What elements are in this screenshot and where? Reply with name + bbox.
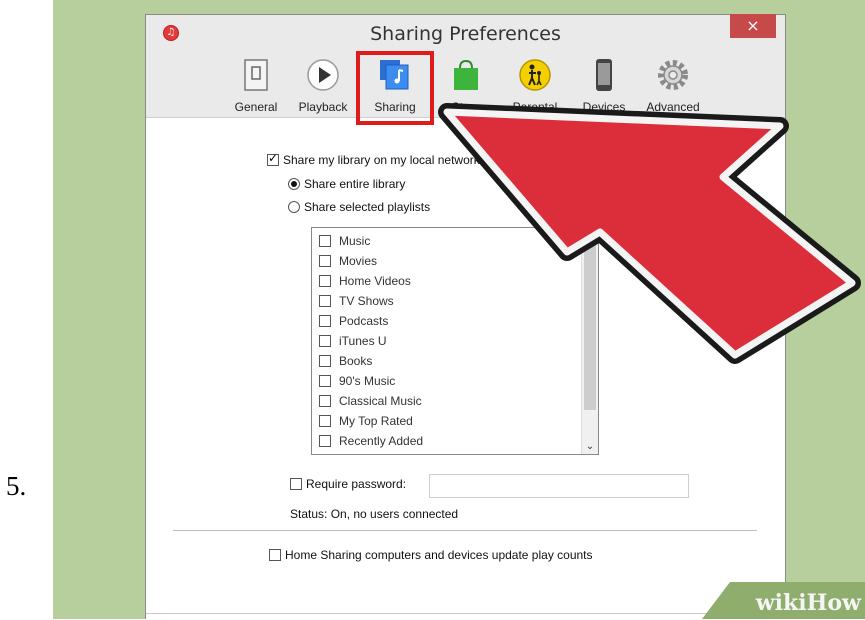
general-icon	[244, 59, 268, 91]
gear-icon	[658, 60, 688, 90]
tab-general[interactable]: General	[223, 53, 289, 117]
tab-advanced-label: Advanced	[646, 100, 700, 114]
tab-store[interactable]: Store	[436, 53, 496, 117]
scroll-thumb[interactable]	[584, 230, 596, 410]
tab-parental-label: Parental	[512, 100, 558, 114]
playlist-checkbox[interactable]	[319, 355, 331, 367]
tab-devices[interactable]: Devices	[573, 53, 635, 117]
playlist-label: Movies	[339, 254, 378, 268]
wikihow-watermark: wikiHow	[702, 582, 865, 619]
playlist-checkbox[interactable]	[319, 235, 331, 247]
share-entire-library-label: Share entire library	[304, 177, 406, 191]
playlist-label: 90's Music	[339, 374, 396, 388]
tab-playback[interactable]: Playback	[292, 53, 354, 117]
playlist-label: Recently Added	[339, 434, 424, 448]
playlists-listbox[interactable]: Music Movies Home Videos TV Shows Podcas…	[311, 227, 599, 455]
sharing-tab-highlight	[356, 51, 434, 125]
divider	[173, 530, 757, 531]
tab-parental[interactable]: Parental	[502, 53, 568, 117]
playlist-label: TV Shows	[339, 294, 394, 308]
store-bag-icon	[454, 59, 478, 90]
window-title: Sharing Preferences	[370, 23, 561, 45]
playlist-checkbox[interactable]	[319, 375, 331, 387]
status-text: Status: On, no users connected	[290, 507, 459, 521]
require-password-label: Require password:	[306, 477, 407, 491]
title-bar: ♫ Sharing Preferences ×	[146, 14, 785, 53]
playlist-checkbox[interactable]	[319, 335, 331, 347]
share-library-checkbox[interactable]	[267, 151, 279, 166]
device-icon	[596, 59, 612, 91]
tab-advanced[interactable]: Advanced	[640, 53, 706, 117]
step-number: 5.	[6, 471, 27, 501]
share-entire-library-radio[interactable]	[288, 178, 300, 190]
share-library-label: Share my library on my local network	[283, 153, 480, 167]
tab-general-label: General	[234, 100, 278, 114]
watermark-text: wikiHow	[755, 590, 861, 616]
preferences-window: ♫ Sharing Preferences × General Playback	[145, 14, 786, 619]
playlist-checkbox[interactable]	[319, 275, 331, 287]
password-field[interactable]	[429, 474, 689, 498]
play-icon	[307, 59, 339, 91]
share-selected-playlists-label: Share selected playlists	[304, 200, 431, 214]
home-sharing-label: Home Sharing computers and devices updat…	[285, 548, 593, 562]
bottom-divider	[146, 613, 785, 614]
playlist-checkbox[interactable]	[319, 315, 331, 327]
parental-icon	[519, 59, 551, 91]
sharing-panel: Share my library on my local network Sha…	[146, 118, 785, 620]
close-button[interactable]: ×	[730, 14, 776, 38]
tab-devices-label: Devices	[582, 100, 626, 114]
scroll-down-icon[interactable]: ⌄	[582, 441, 598, 452]
playlist-checkbox[interactable]	[319, 255, 331, 267]
playlist-label: Classical Music	[339, 394, 422, 408]
playlist-label: Podcasts	[339, 314, 389, 328]
playlists-scrollbar[interactable]: ⌄	[581, 228, 598, 454]
tab-store-label: Store	[451, 100, 481, 114]
playlist-label: Music	[339, 234, 371, 248]
playlist-checkbox[interactable]	[319, 415, 331, 427]
playlist-checkbox[interactable]	[319, 395, 331, 407]
home-sharing-checkbox[interactable]	[269, 549, 281, 561]
playlist-label: Home Videos	[339, 274, 411, 288]
share-selected-playlists-radio[interactable]	[288, 201, 300, 213]
playlist-checkbox[interactable]	[319, 295, 331, 307]
tab-playback-label: Playback	[298, 100, 348, 114]
playlist-label: iTunes U	[339, 334, 387, 348]
playlist-checkbox[interactable]	[319, 435, 331, 447]
playlist-label: My Top Rated	[339, 414, 413, 428]
preferences-toolbar: General Playback Sharing Store Parental …	[146, 53, 785, 118]
playlist-label: Books	[339, 354, 373, 368]
require-password-checkbox[interactable]	[290, 478, 302, 490]
